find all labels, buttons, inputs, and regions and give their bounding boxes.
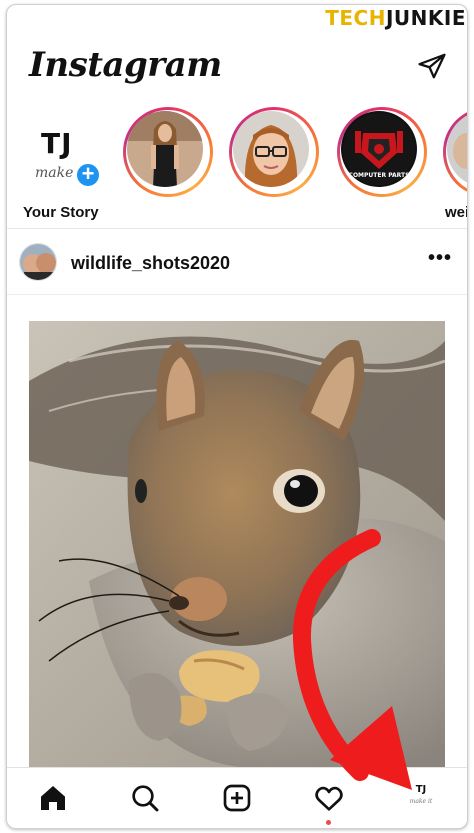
watermark-part-1: TECH bbox=[325, 6, 386, 30]
story-photo-3: COMPUTER PARTS bbox=[341, 111, 417, 187]
your-story[interactable]: TJ make + Your Story bbox=[21, 107, 101, 223]
post-author-avatar[interactable] bbox=[19, 243, 57, 281]
profile-avatar-initials: TJ bbox=[415, 784, 427, 795]
paper-plane-icon bbox=[418, 53, 446, 79]
story-photo-1 bbox=[127, 111, 203, 187]
more-options-icon[interactable]: ••• bbox=[425, 248, 455, 271]
story-avatar-2[interactable] bbox=[229, 107, 319, 197]
add-post-icon bbox=[223, 784, 251, 812]
bottom-navigation: TJ make it bbox=[7, 767, 467, 828]
your-story-label: Your Story bbox=[23, 204, 99, 221]
story-avatar-4[interactable]: weir bbox=[443, 107, 467, 221]
phone-frame: Instagram TJ make + Your Story COMPUTER … bbox=[6, 4, 468, 829]
story-avatar-1[interactable] bbox=[123, 107, 213, 197]
story-avatar-3[interactable]: COMPUTER PARTS bbox=[337, 107, 427, 197]
profile-avatar-sub: make it bbox=[409, 798, 433, 805]
notification-dot bbox=[326, 820, 331, 825]
watermark-part-2: JUNKIE bbox=[385, 6, 466, 30]
story-photo-2 bbox=[233, 111, 309, 187]
post-username[interactable]: wildlife_shots2020 bbox=[71, 253, 230, 274]
post-header: wildlife_shots2020 ••• bbox=[7, 229, 467, 295]
home-icon bbox=[41, 786, 65, 810]
instagram-logo[interactable]: Instagram bbox=[29, 45, 222, 85]
story-label-4: weir bbox=[445, 204, 467, 221]
search-icon bbox=[132, 785, 159, 812]
stories-tray: TJ make + Your Story COMPUTER PARTS we bbox=[7, 101, 467, 229]
story-photo-4 bbox=[447, 111, 467, 187]
direct-message-button[interactable] bbox=[417, 51, 447, 81]
nav-new-post[interactable] bbox=[221, 782, 253, 814]
your-story-sub: make bbox=[35, 165, 74, 181]
nav-search[interactable] bbox=[129, 782, 161, 814]
add-story-plus-icon[interactable]: + bbox=[75, 162, 101, 188]
nav-activity[interactable] bbox=[313, 782, 345, 825]
nav-profile[interactable]: TJ make it bbox=[405, 782, 437, 814]
your-story-initials: TJ bbox=[41, 127, 73, 160]
nav-home[interactable] bbox=[37, 782, 69, 814]
story-badge-text: COMPUTER PARTS bbox=[349, 172, 410, 179]
techjunkie-watermark: TECHJUNKIE bbox=[325, 6, 466, 30]
activity-heart-icon bbox=[315, 786, 343, 811]
post-photo-squirrel[interactable] bbox=[29, 321, 445, 767]
